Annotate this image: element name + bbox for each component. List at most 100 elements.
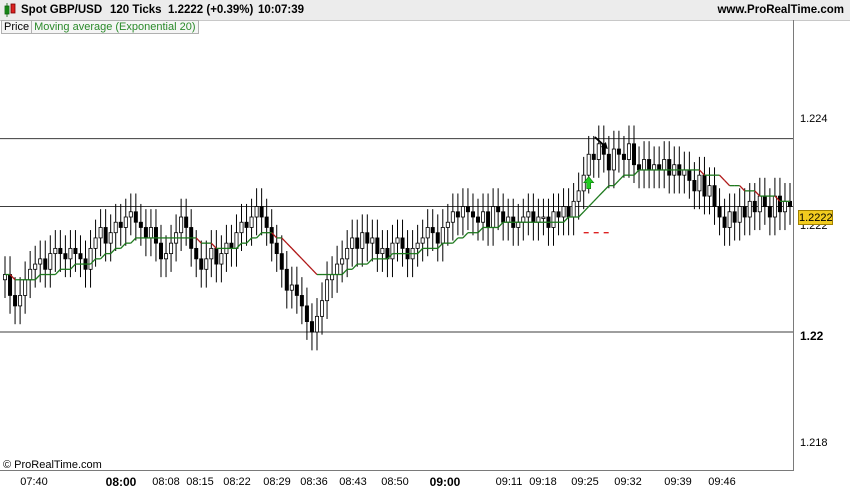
candle xyxy=(13,295,18,307)
ema-segment xyxy=(462,232,469,239)
x-tick-label: 07:40 xyxy=(20,476,48,488)
candle xyxy=(516,221,521,228)
candle xyxy=(143,227,148,239)
candle xyxy=(445,221,450,228)
candle xyxy=(123,216,128,228)
candle xyxy=(425,227,430,239)
candle xyxy=(370,237,375,244)
ema-segment xyxy=(351,263,358,270)
candle xyxy=(747,200,752,218)
candle xyxy=(103,227,108,244)
ema-segment xyxy=(100,253,107,260)
ema-segment xyxy=(130,237,137,244)
candle xyxy=(742,206,747,218)
ema-segment xyxy=(256,232,263,239)
candle xyxy=(501,211,506,223)
candle xyxy=(647,159,652,171)
candle xyxy=(667,159,672,176)
candle xyxy=(752,200,757,213)
price-axis xyxy=(793,20,794,471)
candle xyxy=(697,174,702,192)
candle xyxy=(486,211,491,228)
candle xyxy=(98,227,103,239)
candle xyxy=(762,195,767,207)
candle xyxy=(93,237,98,249)
ema-segment xyxy=(417,247,424,255)
ema-segment xyxy=(598,190,605,197)
candle xyxy=(727,211,732,228)
candle xyxy=(692,180,697,192)
candle xyxy=(722,216,727,228)
candle xyxy=(365,232,370,244)
candle xyxy=(138,221,143,228)
candle xyxy=(8,274,13,296)
candle xyxy=(390,242,395,260)
candle xyxy=(28,268,33,281)
ema-segment xyxy=(477,227,484,234)
x-tick-label: 09:11 xyxy=(495,476,523,488)
candle xyxy=(274,242,279,255)
candle xyxy=(521,216,526,223)
candle xyxy=(63,253,68,260)
candle xyxy=(506,216,511,223)
candle xyxy=(18,295,23,307)
ema-segment xyxy=(286,242,293,249)
candle xyxy=(430,227,435,234)
x-tick-label: 09:25 xyxy=(571,476,599,488)
x-tick-label: 09:18 xyxy=(529,476,557,488)
candle xyxy=(304,305,309,322)
ema-segment xyxy=(110,247,117,255)
x-tick-label: 08:36 xyxy=(300,476,328,488)
candle xyxy=(687,169,692,181)
price-chart[interactable] xyxy=(0,0,850,490)
candle xyxy=(566,206,571,218)
candle xyxy=(400,237,405,249)
candle xyxy=(284,268,289,291)
candle xyxy=(772,195,777,218)
ema-segment xyxy=(698,169,705,176)
candle xyxy=(33,263,38,270)
candle xyxy=(209,247,214,260)
candle xyxy=(309,321,314,333)
candle xyxy=(249,216,254,228)
current-price-badge: 1.2222 xyxy=(798,210,833,225)
candle xyxy=(637,164,642,171)
ema-segment xyxy=(754,190,761,197)
ema-segment xyxy=(593,195,600,202)
x-tick-label: 09:00 xyxy=(429,475,461,489)
candle xyxy=(712,185,717,207)
candle xyxy=(148,227,153,239)
candle xyxy=(632,143,637,166)
candle xyxy=(118,221,123,228)
candle xyxy=(113,221,118,234)
x-tick-label: 08:00 xyxy=(105,475,137,489)
candle xyxy=(314,315,319,333)
candle xyxy=(264,216,269,228)
candle xyxy=(576,190,581,202)
ema-segment xyxy=(603,185,610,192)
candle xyxy=(294,284,299,296)
candle xyxy=(289,284,294,291)
candle xyxy=(435,232,440,244)
ema-segment xyxy=(34,274,41,281)
candle xyxy=(355,237,360,249)
candle xyxy=(299,295,304,307)
candle xyxy=(214,247,219,265)
y-tick-label: 1.22 xyxy=(800,329,824,343)
candle xyxy=(777,195,782,213)
candle xyxy=(68,247,73,260)
x-tick-label: 08:08 xyxy=(152,476,180,488)
candle xyxy=(320,300,325,317)
candle xyxy=(556,211,561,218)
candle xyxy=(682,169,687,176)
candle xyxy=(219,253,224,265)
candle xyxy=(88,247,93,270)
candle xyxy=(717,206,722,218)
ema-segment xyxy=(120,242,127,249)
ema-segment xyxy=(291,247,298,255)
x-tick-label: 09:32 xyxy=(614,476,642,488)
candle xyxy=(737,206,742,223)
candle xyxy=(23,279,28,296)
candle xyxy=(616,148,621,155)
candle xyxy=(229,242,234,249)
